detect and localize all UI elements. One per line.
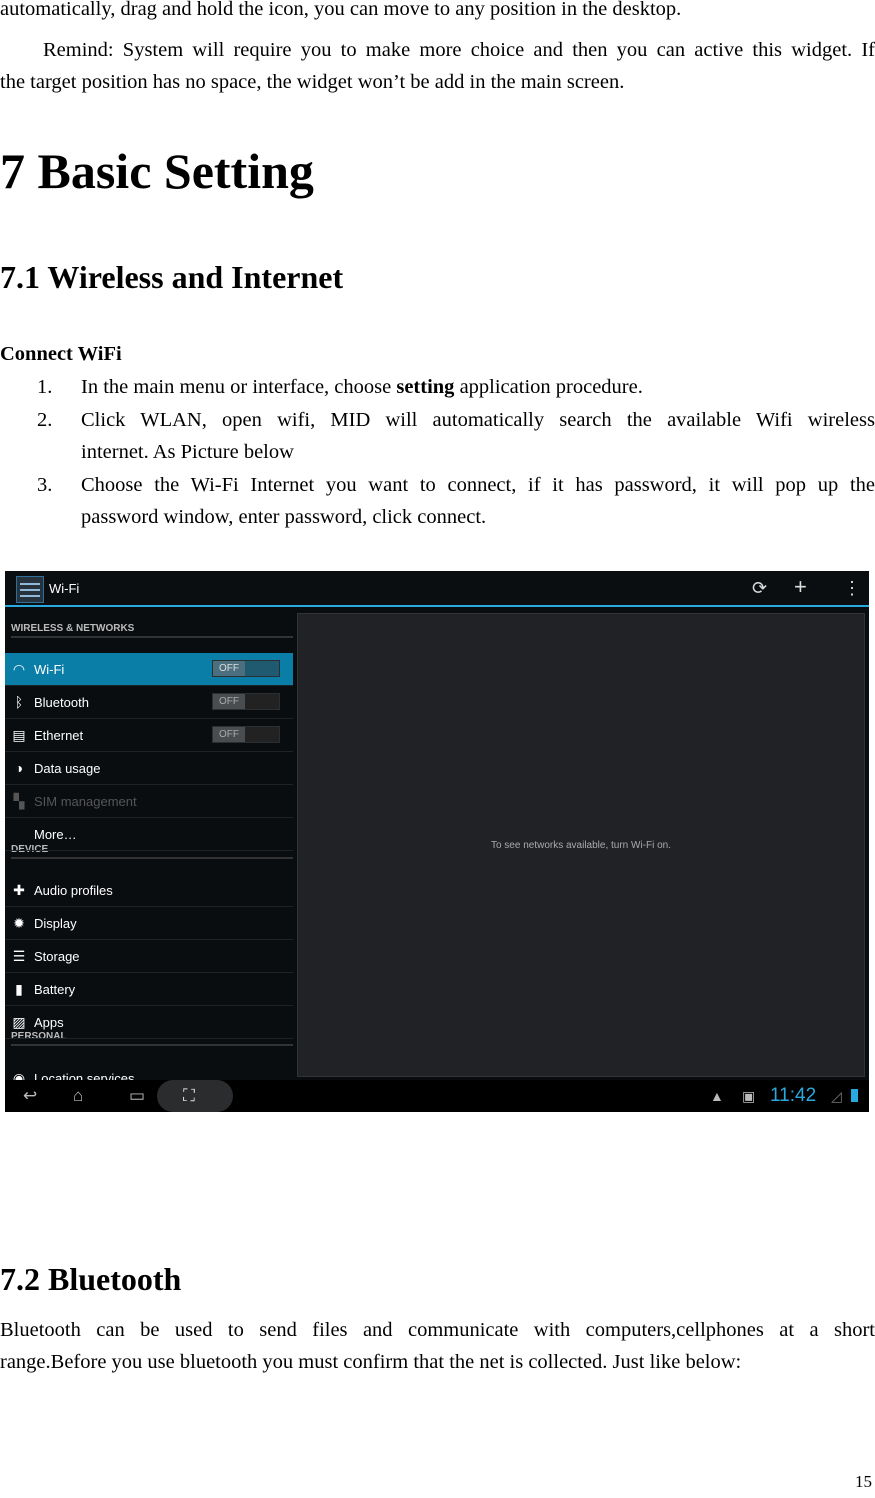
paragraph: the target position has no space, the wi… (0, 71, 625, 93)
warning-icon: ▲ (710, 1088, 724, 1104)
sim-icon: ▚ (13, 793, 25, 809)
wifi-panel: To see networks available, turn Wi-Fi on… (297, 613, 865, 1077)
settings-icon (16, 576, 44, 603)
action-bar: Wi-Fi ⟳ + ⋮ (5, 571, 869, 607)
overflow-menu-icon[interactable]: ⋮ (843, 578, 861, 599)
heading-2: 7.2 Bluetooth (0, 1261, 182, 1297)
toggle-switch[interactable]: OFF (212, 660, 280, 677)
home-icon[interactable]: ⌂ (73, 1086, 83, 1106)
text: application procedure. (454, 376, 643, 398)
apps-icon: ▨ (12, 1014, 26, 1030)
clock: 11:42 (770, 1085, 817, 1106)
heading-2: 7.1 Wireless and Internet (0, 259, 344, 295)
paragraph: range.Before you use bluetooth you must … (0, 1351, 742, 1373)
signal-icon: ◿ (831, 1088, 842, 1104)
settings-item-label: Display (34, 916, 77, 931)
ethernet-icon: ▤ (12, 727, 26, 743)
toggle-switch[interactable]: OFF (212, 693, 280, 710)
wifi-icon: ◠ (12, 661, 26, 677)
settings-item-label: Data usage (34, 761, 101, 776)
settings-screenshot: Wi-Fi ⟳ + ⋮ WIRELESS & NETWORKS DEVICE PER… (5, 571, 869, 1112)
settings-item-label: Ethernet (34, 728, 84, 743)
settings-item-display[interactable]: ✹ Display (5, 907, 293, 940)
settings-item-label: Wi-Fi (34, 662, 65, 677)
settings-item-label: Battery (34, 982, 76, 997)
recent-apps-icon[interactable]: ▭ (129, 1086, 145, 1106)
list-number: 2. (37, 409, 53, 431)
storage-icon: ☰ (12, 948, 26, 964)
list-number: 1. (37, 376, 53, 398)
settings-item-label: Apps (34, 1015, 64, 1030)
settings-item-label: SIM management (34, 794, 137, 809)
toggle-switch[interactable]: OFF (212, 726, 280, 743)
page-number: 15 (855, 1472, 872, 1491)
settings-item-storage[interactable]: ☰ Storage (5, 940, 293, 973)
settings-item-label: Audio profiles (34, 883, 113, 898)
list-item-cont: password window, enter password, click c… (81, 506, 487, 528)
list-item: Click WLAN, open wifi, MID will automati… (81, 409, 875, 431)
paragraph: automatically, drag and hold the icon, y… (0, 0, 682, 20)
settings-list: WIRELESS & NETWORKS DEVICE PERSONAL ◠ Wi-Fi O… (5, 609, 293, 1095)
add-network-icon[interactable]: + (794, 574, 807, 600)
audio-profiles-icon: ✚ (13, 882, 25, 898)
screen-title: Wi-Fi (49, 581, 80, 596)
screenshot-icon[interactable]: ⛶ (183, 1086, 195, 1106)
settings-item-label: More… (34, 827, 77, 842)
scan-icon[interactable]: ⟳ (752, 578, 767, 599)
list-item: Choose the Wi-Fi Internet you want to co… (81, 474, 875, 496)
bold-text: setting (396, 376, 455, 398)
settings-item-wi-fi[interactable]: ◠ Wi-Fi OFF (5, 653, 293, 686)
navigation-bar: ↩ ⌂ ▭ ⛶ ▲ ▣ 11:42 ◿ (5, 1080, 869, 1112)
display-icon: ✹ (13, 915, 25, 931)
text: In the main menu or interface, choose (81, 376, 397, 398)
settings-item-ethernet[interactable]: ▤ Ethernet OFF (5, 719, 293, 752)
paragraph: Remind: System will require you to make … (43, 39, 875, 61)
list-item: In the main menu or interface, choose se… (81, 371, 643, 403)
list-number: 3. (37, 474, 53, 496)
toggle-state: OFF (213, 694, 245, 709)
gallery-icon: ▣ (742, 1088, 756, 1104)
battery-status-icon (851, 1089, 858, 1102)
settings-item-label: Bluetooth (34, 695, 89, 710)
bluetooth-icon: ᛒ (14, 694, 24, 710)
toggle-state: OFF (213, 727, 245, 742)
settings-item-apps[interactable]: ▨ Apps (5, 1006, 293, 1039)
settings-item-data-usage[interactable]: ◑ Data usage (5, 752, 293, 785)
paragraph: Bluetooth can be used to send files and … (0, 1319, 875, 1341)
back-icon[interactable]: ↩ (23, 1086, 37, 1106)
subheading: Connect WiFi (0, 343, 122, 365)
settings-item-sim-management[interactable]: ▚ SIM management (5, 785, 293, 818)
section-header: WIRELESS & NETWORKS (11, 623, 293, 638)
wifi-off-message: To see networks available, turn Wi-Fi on… (490, 840, 672, 851)
settings-item-label: Storage (34, 949, 80, 964)
settings-item-more[interactable]: More… (5, 818, 293, 851)
settings-item-bluetooth[interactable]: ᛒ Bluetooth OFF (5, 686, 293, 719)
toggle-state: OFF (213, 661, 245, 676)
list-item-cont: internet. As Picture below (81, 441, 294, 463)
heading-1: 7 Basic Setting (0, 143, 314, 199)
settings-item-audio-profiles[interactable]: ✚ Audio profiles (5, 874, 293, 907)
battery-icon: ▮ (15, 981, 23, 997)
settings-item-battery[interactable]: ▮ Battery (5, 973, 293, 1006)
data-usage-icon: ◑ (14, 760, 24, 776)
